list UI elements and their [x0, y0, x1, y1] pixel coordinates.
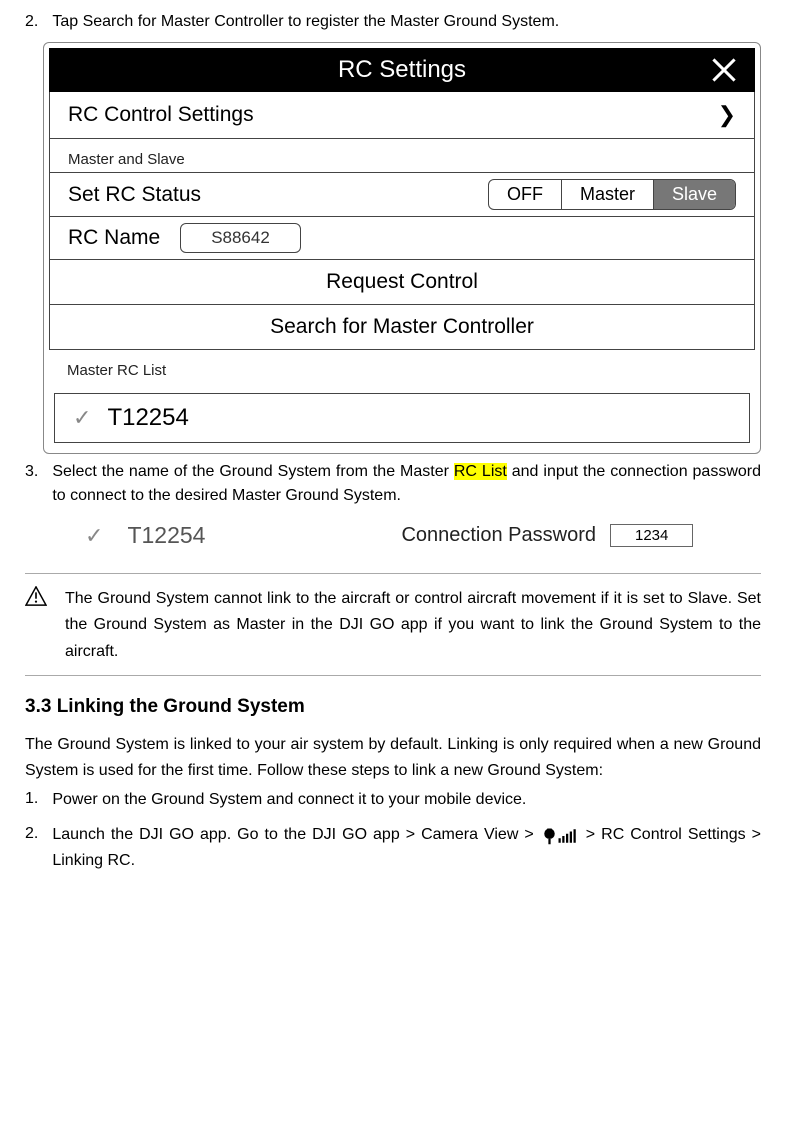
link-step-1: 1. Power on the Ground System and connec… — [25, 787, 761, 813]
master-rc-name: T12254 — [107, 404, 188, 432]
master-rc-list-label: Master RC List — [49, 350, 755, 393]
row-label: RC Control Settings — [68, 103, 254, 127]
rc-name-label: RC Name — [68, 226, 160, 250]
divider — [25, 675, 761, 676]
chevron-right-icon — [718, 102, 736, 128]
close-icon[interactable] — [711, 57, 737, 83]
warning-block: The Ground System cannot link to the air… — [25, 586, 761, 665]
set-rc-status-label: Set RC Status — [68, 183, 201, 207]
device-header: RC Settings — [49, 48, 755, 92]
step3-prefix: Select the name of the Ground System fro… — [52, 463, 454, 480]
step-number: 1. — [25, 787, 38, 813]
step-text: Tap Search for Master Controller to regi… — [52, 10, 761, 34]
step-2: 2. Tap Search for Master Controller to r… — [25, 10, 761, 34]
divider — [25, 573, 761, 574]
link-step-2: 2. Launch the DJI GO app. Go to the DJI … — [25, 822, 761, 875]
connection-example-row: ✓ T12254 Connection Password 1234 — [85, 522, 761, 549]
rc-name-row: RC Name S88642 — [50, 217, 754, 260]
search-master-button[interactable]: Search for Master Controller — [50, 305, 754, 349]
link-step2-part1: Launch the DJI GO app. Go to the DJI GO … — [52, 826, 533, 843]
seg-slave[interactable]: Slave — [654, 180, 735, 209]
connection-password-input[interactable]: 1234 — [610, 524, 693, 547]
step-text: Launch the DJI GO app. Go to the DJI GO … — [52, 822, 761, 875]
check-icon: ✓ — [73, 405, 91, 431]
step-3: 3. Select the name of the Ground System … — [25, 460, 761, 508]
step-number: 2. — [25, 822, 38, 875]
seg-off[interactable]: OFF — [489, 180, 562, 209]
master-slave-label: Master and Slave — [50, 139, 754, 172]
set-rc-status-row: Set RC Status OFF Master Slave — [50, 172, 754, 217]
check-icon: ✓ — [85, 523, 103, 549]
rc-name-value[interactable]: S88642 — [180, 223, 301, 253]
rc-list-highlight: RC List — [454, 463, 507, 480]
rc-signal-icon — [542, 825, 578, 845]
rc-control-settings-row[interactable]: RC Control Settings — [50, 92, 754, 139]
device-title: RC Settings — [338, 56, 466, 84]
step-text: Select the name of the Ground System fro… — [52, 460, 761, 508]
request-control-button[interactable]: Request Control — [50, 260, 754, 305]
warning-icon — [25, 586, 47, 665]
step-number: 3. — [25, 460, 38, 508]
section-intro: The Ground System is linked to your air … — [25, 732, 761, 783]
settings-panel: RC Control Settings Master and Slave Set… — [49, 92, 755, 350]
rc-settings-screenshot: RC Settings RC Control Settings Master a… — [43, 42, 761, 454]
section-heading: 3.3 Linking the Ground System — [25, 696, 761, 718]
master-name: T12254 — [127, 522, 387, 549]
step-number: 2. — [25, 10, 38, 34]
step-text: Power on the Ground System and connect i… — [52, 787, 761, 813]
seg-master[interactable]: Master — [562, 180, 654, 209]
master-rc-list-item[interactable]: ✓ T12254 — [54, 393, 750, 443]
status-segmented-control[interactable]: OFF Master Slave — [488, 179, 736, 210]
warning-text: The Ground System cannot link to the air… — [65, 586, 761, 665]
connection-password-label: Connection Password — [401, 524, 596, 547]
